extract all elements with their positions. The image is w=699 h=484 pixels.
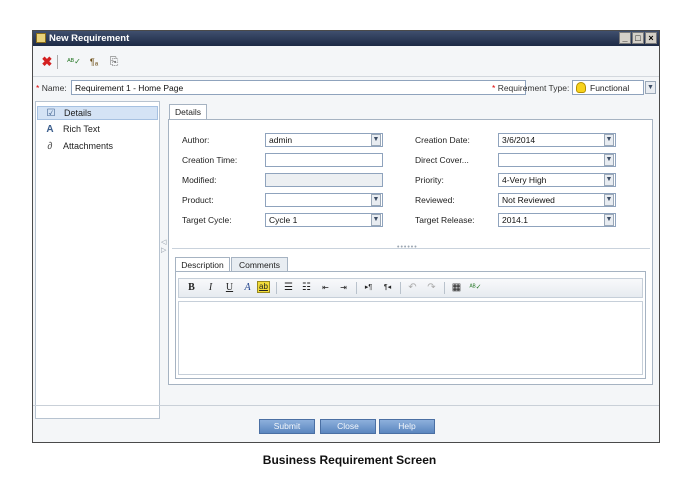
priority-label: Priority: bbox=[415, 175, 444, 185]
reviewed-label: Reviewed: bbox=[415, 195, 455, 205]
name-label: * Name: bbox=[36, 83, 67, 93]
tab-description[interactable]: Description bbox=[175, 257, 230, 272]
chevron-down-icon[interactable]: ▼ bbox=[371, 194, 381, 206]
requirement-type-dropdown-icon[interactable]: ▼ bbox=[645, 81, 656, 94]
author-select[interactable]: admin ▼ bbox=[265, 133, 383, 147]
sidebar-item-label: Rich Text bbox=[63, 124, 100, 134]
close-window-button[interactable]: × bbox=[645, 32, 657, 44]
reviewed-value: Not Reviewed bbox=[502, 195, 555, 205]
requirement-type-label: * Requirement Type: bbox=[492, 83, 570, 93]
toolbar-separator bbox=[444, 282, 445, 294]
undo-icon[interactable]: ↶ bbox=[406, 281, 419, 295]
left-to-right-icon[interactable]: ▸¶ bbox=[362, 281, 375, 295]
product-label: Product: bbox=[182, 195, 214, 205]
details-panel: Author: admin ▼ Creation Time: Modified:… bbox=[168, 119, 653, 385]
chevron-down-icon[interactable]: ▼ bbox=[604, 214, 614, 226]
toolbar-separator bbox=[57, 55, 58, 69]
name-input[interactable] bbox=[71, 80, 526, 95]
tab-details[interactable]: Details bbox=[169, 104, 207, 120]
chevron-down-icon[interactable]: ▼ bbox=[604, 134, 614, 146]
chevron-down-icon[interactable]: ▼ bbox=[604, 174, 614, 186]
creation-date-value: 3/6/2014 bbox=[502, 135, 536, 145]
requirement-type-value: Functional bbox=[590, 83, 630, 93]
increase-indent-icon[interactable]: ⇥ bbox=[337, 281, 350, 295]
toolbar-separator bbox=[276, 282, 277, 294]
direct-cover-label: Direct Cover... bbox=[415, 155, 469, 165]
direct-cover-select[interactable]: ▼ bbox=[498, 153, 616, 167]
redo-icon[interactable]: ↷ bbox=[425, 281, 438, 295]
chevron-down-icon[interactable]: ▼ bbox=[371, 134, 381, 146]
toolbar: ✖ ᴬᴮ✓ ¶ₐ ⎘ bbox=[33, 47, 659, 77]
paperclip-icon: ∂ bbox=[47, 141, 53, 152]
figure-caption: Business Requirement Screen bbox=[262, 453, 437, 467]
spell-check-icon[interactable]: ᴬᴮ✓ bbox=[67, 55, 81, 69]
priority-value: 4-Very High bbox=[502, 175, 547, 185]
thesaurus-icon[interactable]: ¶ₐ bbox=[87, 55, 101, 69]
target-cycle-label: Target Cycle: bbox=[182, 215, 232, 225]
splitter-grip-icon[interactable]: •••••• bbox=[397, 244, 418, 251]
decrease-indent-icon[interactable]: ⇤ bbox=[319, 281, 332, 295]
name-row: * Name: * Requirement Type: Functional ▼ bbox=[33, 78, 659, 98]
maximize-button[interactable]: □ bbox=[632, 32, 644, 44]
description-editor[interactable] bbox=[178, 301, 643, 375]
title-bar: New Requirement _ □ × bbox=[33, 31, 659, 46]
sidebar-item-label: Attachments bbox=[63, 141, 114, 151]
reviewed-select[interactable]: Not Reviewed ▼ bbox=[498, 193, 616, 207]
sidebar: ☑ Details A Rich Text ∂ Attachments bbox=[35, 101, 160, 419]
sidebar-item-label: Details bbox=[64, 108, 92, 118]
modified-label: Modified: bbox=[182, 175, 217, 185]
target-cycle-value: Cycle 1 bbox=[269, 215, 298, 225]
target-release-value: 2014.1 bbox=[502, 215, 528, 225]
footer-divider bbox=[33, 405, 659, 406]
horizontal-splitter[interactable]: •••••• bbox=[172, 244, 650, 253]
rich-text-icon: A bbox=[46, 124, 54, 135]
target-cycle-select[interactable]: Cycle 1 ▼ bbox=[265, 213, 383, 227]
tab-comments[interactable]: Comments bbox=[231, 257, 288, 272]
product-select[interactable]: ▼ bbox=[265, 193, 383, 207]
numbered-list-icon[interactable]: ☷ bbox=[300, 281, 313, 295]
new-requirement-dialog: New Requirement _ □ × ✖ ᴬᴮ✓ ¶ₐ ⎘ * Name:… bbox=[32, 30, 660, 443]
rich-text-toolbar: B I U A ab ☰ ☷ ⇤ ⇥ ▸¶ ¶◂ ↶ ↷ ▦ ᴬᴮ✓ bbox=[178, 278, 643, 298]
creation-time-label: Creation Time: bbox=[182, 155, 238, 165]
creation-date-picker[interactable]: 3/6/2014 ▼ bbox=[498, 133, 616, 147]
priority-select[interactable]: 4-Very High ▼ bbox=[498, 173, 616, 187]
chevron-down-icon[interactable]: ▼ bbox=[604, 194, 614, 206]
author-label: Author: bbox=[182, 135, 210, 145]
creation-date-label: Creation Date: bbox=[415, 135, 470, 145]
clipboard-icon[interactable]: ⎘ bbox=[107, 55, 121, 69]
close-button[interactable]: Close bbox=[320, 419, 376, 434]
sidebar-item-attachments[interactable]: ∂ Attachments bbox=[37, 140, 158, 154]
table-icon[interactable]: ▦ bbox=[450, 281, 463, 295]
content-area: Details Author: admin ▼ Creation Time: M… bbox=[166, 101, 658, 419]
help-button[interactable]: Help bbox=[379, 419, 435, 434]
sidebar-item-rich-text[interactable]: A Rich Text bbox=[37, 123, 158, 137]
submit-button[interactable]: Submit bbox=[259, 419, 315, 434]
toolbar-separator bbox=[400, 282, 401, 294]
delete-icon[interactable]: ✖ bbox=[40, 55, 54, 69]
app-icon bbox=[36, 33, 46, 43]
italic-icon[interactable]: I bbox=[204, 281, 217, 295]
creation-time-field[interactable] bbox=[265, 153, 383, 167]
details-icon: ☑ bbox=[46, 108, 56, 119]
bulleted-list-icon[interactable]: ☰ bbox=[282, 281, 295, 295]
target-release-label: Target Release: bbox=[415, 215, 475, 225]
toolbar-separator bbox=[356, 282, 357, 294]
requirement-type-select[interactable]: Functional bbox=[572, 80, 644, 95]
minimize-button[interactable]: _ bbox=[619, 32, 631, 44]
window-title: New Requirement bbox=[49, 33, 130, 44]
highlight-icon[interactable]: ab bbox=[257, 281, 270, 293]
chevron-down-icon[interactable]: ▼ bbox=[604, 154, 614, 166]
right-to-left-icon[interactable]: ¶◂ bbox=[381, 281, 394, 295]
chevron-down-icon[interactable]: ▼ bbox=[371, 214, 381, 226]
spell-check-icon[interactable]: ᴬᴮ✓ bbox=[469, 281, 482, 295]
lightbulb-icon bbox=[576, 82, 586, 93]
target-release-select[interactable]: 2014.1 ▼ bbox=[498, 213, 616, 227]
sidebar-item-details[interactable]: ☑ Details bbox=[37, 106, 158, 120]
underline-icon[interactable]: U bbox=[223, 281, 236, 295]
font-color-icon[interactable]: A bbox=[241, 281, 254, 295]
modified-field bbox=[265, 173, 383, 187]
bold-icon[interactable]: B bbox=[185, 281, 198, 295]
author-value: admin bbox=[269, 135, 293, 145]
description-panel: B I U A ab ☰ ☷ ⇤ ⇥ ▸¶ ¶◂ ↶ ↷ ▦ ᴬᴮ✓ bbox=[175, 271, 646, 379]
